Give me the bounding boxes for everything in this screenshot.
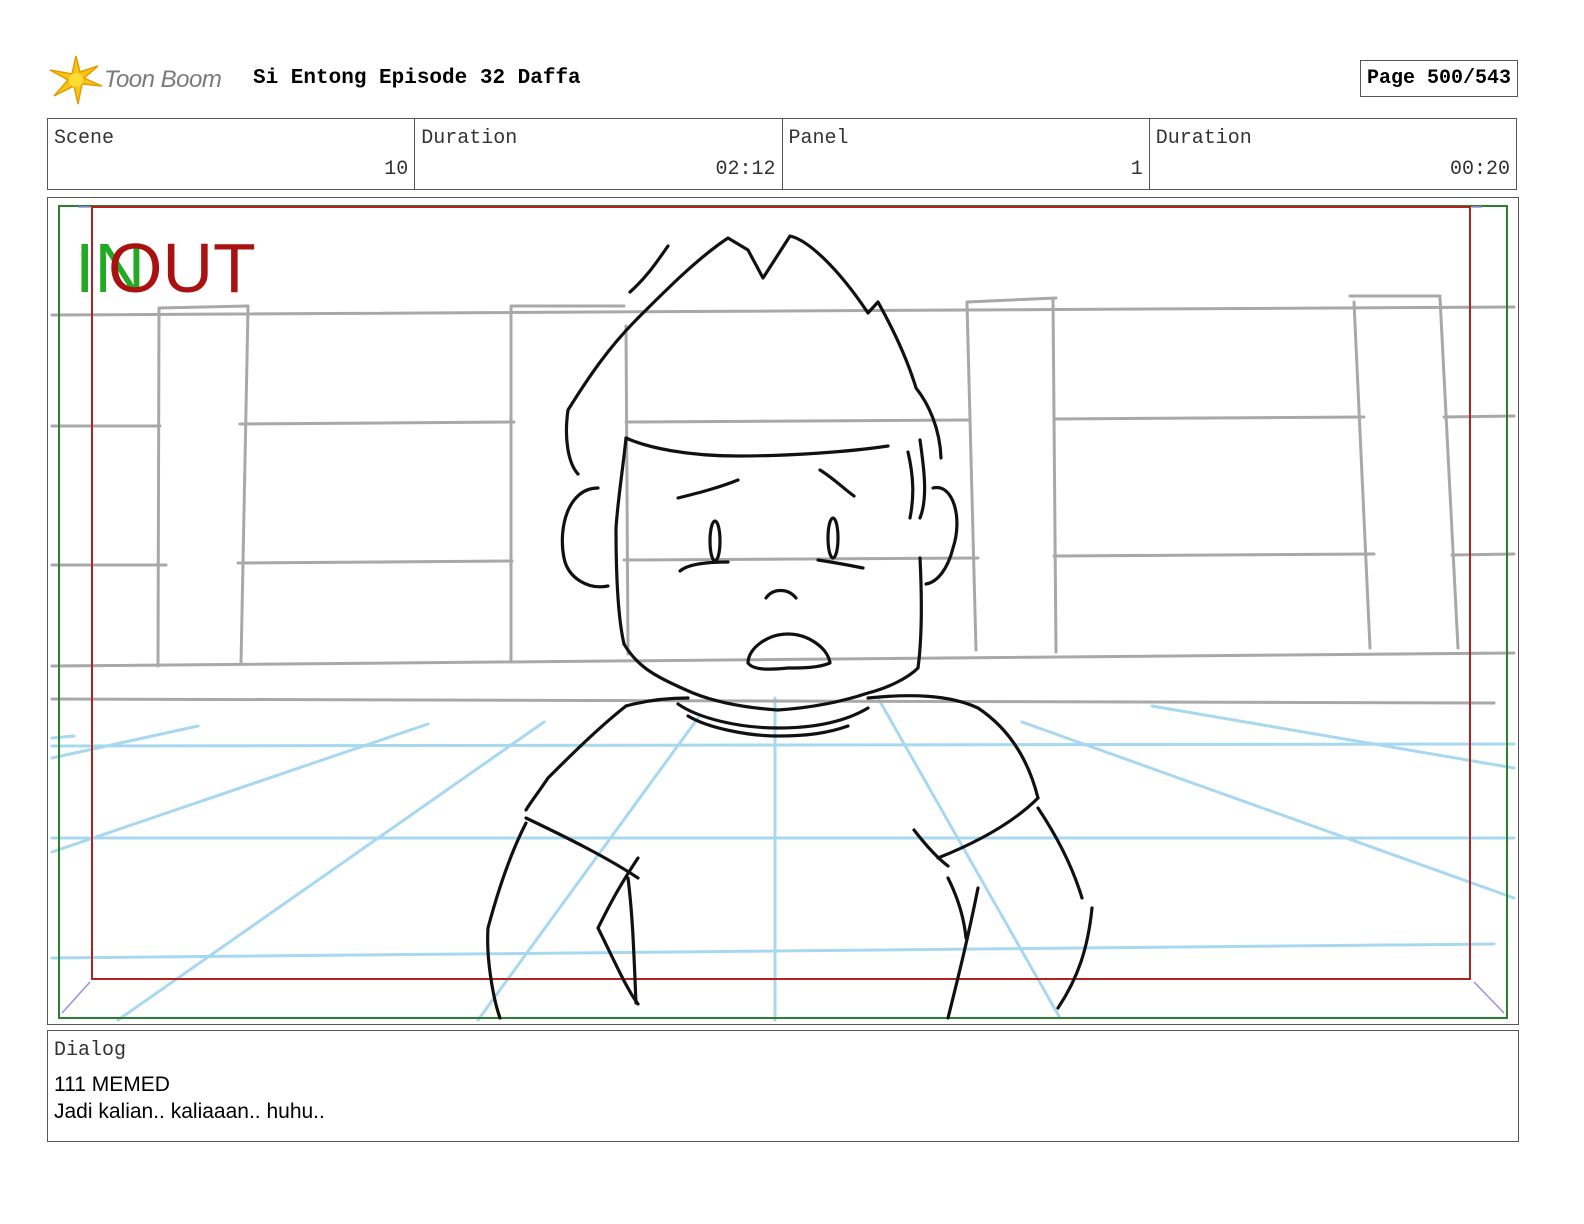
panel-info-row: Scene 10 Duration 02:12 Panel 1 Duration… <box>47 118 1517 190</box>
out-marker: OUT <box>108 229 256 307</box>
dialog-text: Jadi kalian.. kaliaaan.. huhu.. <box>54 1100 325 1123</box>
panel-duration-cell: Duration 00:20 <box>1150 119 1516 189</box>
outer-frame <box>58 205 1508 1019</box>
character-sketch <box>486 234 1094 1020</box>
panel-duration-value: 00:20 <box>1449 158 1510 181</box>
scene-duration-value: 02:12 <box>715 158 776 181</box>
background-building <box>50 294 1516 705</box>
dialog-box: Dialog 111 MEMED Jadi kalian.. kaliaaan.… <box>47 1030 1519 1142</box>
logo-text: Toon Boom <box>104 66 222 93</box>
panel-value: 1 <box>1130 158 1143 181</box>
toon-boom-logo: Toon Boom <box>48 52 248 108</box>
inner-frame <box>91 206 1471 980</box>
panel-label: Panel <box>788 127 849 150</box>
panel-duration-label: Duration <box>1155 127 1252 150</box>
project-title: Si Entong Episode 32 Daffa <box>253 67 581 90</box>
corner-arrows <box>61 206 1505 1014</box>
dialog-speaker: 111 MEMED <box>54 1073 170 1096</box>
perspective-grid <box>50 696 1516 1022</box>
scene-label: Scene <box>54 127 115 150</box>
scene-value: 10 <box>384 158 409 181</box>
storyboard-panel: IN OUT <box>47 197 1519 1025</box>
dialog-label: Dialog <box>54 1039 127 1062</box>
burst-icon <box>49 55 103 105</box>
storyboard-header: Toon Boom Si Entong Episode 32 Daffa Pag… <box>48 52 1518 105</box>
panel-drawing: IN OUT <box>50 205 1516 1022</box>
panel-cell: Panel 1 <box>783 119 1150 189</box>
scene-duration-cell: Duration 02:12 <box>415 119 783 189</box>
scene-duration-label: Duration <box>421 127 518 150</box>
page-indicator: Page 500/543 <box>1359 60 1518 97</box>
scene-cell: Scene 10 <box>48 119 416 189</box>
